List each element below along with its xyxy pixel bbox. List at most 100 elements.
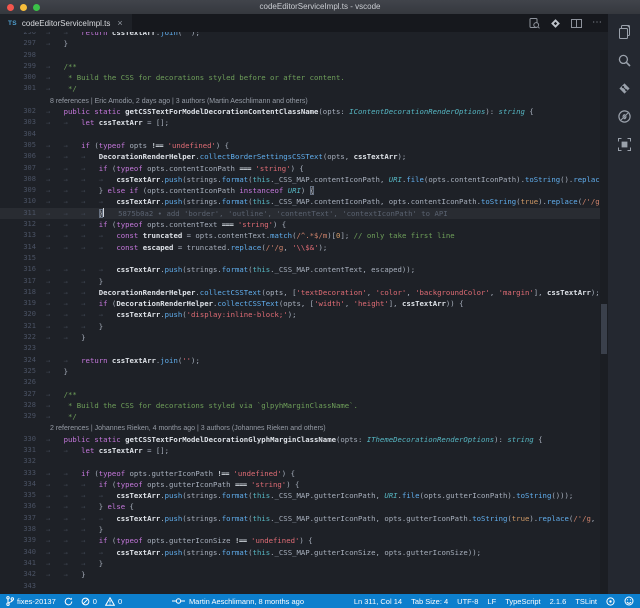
line-number: 318 xyxy=(0,287,36,298)
tab-whitespace-icon: → xyxy=(99,264,117,275)
line-number: 323 xyxy=(0,343,36,354)
code-line[interactable]: 344→→return cssTextArr.join(''); xyxy=(0,592,600,594)
smiley-icon[interactable] xyxy=(624,596,634,606)
status-item-utf-8[interactable]: UTF-8 xyxy=(457,597,478,606)
tab-whitespace-icon: → xyxy=(64,569,82,580)
line-number: 312 xyxy=(0,219,36,230)
split-editor-icon[interactable] xyxy=(571,18,582,29)
editor-scrollbar[interactable] xyxy=(600,50,608,594)
code-line[interactable]: 331→→let cssTextArr = []; xyxy=(0,445,600,456)
line-number: 330 xyxy=(0,434,36,445)
tab-whitespace-icon: → xyxy=(81,208,99,219)
status-item-2-1-6[interactable]: 2.1.6 xyxy=(550,597,567,606)
feedback-icon[interactable] xyxy=(606,597,615,606)
scrollbar-thumb[interactable] xyxy=(601,304,607,354)
code-line[interactable]: 342→→} xyxy=(0,569,600,580)
code-line[interactable]: 307→→→if (typeof opts.contentIconPath ==… xyxy=(0,163,600,174)
code-line[interactable]: 312→→→if (typeof opts.contentText === 's… xyxy=(0,219,600,230)
code-line[interactable]: 320→→→→cssTextArr.push('display:inline-b… xyxy=(0,309,600,320)
code-line[interactable]: 325→} xyxy=(0,366,600,377)
code-line[interactable]: 335→→→→cssTextArr.push(strings.format(th… xyxy=(0,490,600,501)
code-line[interactable]: 340→→→→cssTextArr.push(strings.format(th… xyxy=(0,547,600,558)
code-line[interactable]: 298 xyxy=(0,50,600,61)
tab-whitespace-icon: → xyxy=(46,468,64,479)
line-number: 327 xyxy=(0,389,36,400)
sidebar-item-debug[interactable] xyxy=(608,102,640,130)
codelens-text[interactable]: 8 references | Eric Amodio, 2 days ago |… xyxy=(50,98,308,105)
code-line[interactable]: 299→/** xyxy=(0,61,600,72)
tab-whitespace-icon: → xyxy=(99,230,117,241)
tab-whitespace-icon: → xyxy=(81,513,99,524)
close-tab-icon[interactable]: × xyxy=(117,18,122,28)
sidebar-item-explorer[interactable] xyxy=(608,18,640,46)
codelens-row[interactable]: 2 references | Johannes Rieken, 4 months… xyxy=(0,422,600,433)
code-line[interactable]: 328→ * Build the CSS for decorations sty… xyxy=(0,400,600,411)
tab-whitespace-icon: → xyxy=(99,309,117,320)
code-line[interactable]: 310→→→→cssTextArr.push(strings.format(th… xyxy=(0,196,600,207)
status-item-tslint[interactable]: TSLint xyxy=(575,597,597,606)
tab-whitespace-icon: → xyxy=(46,83,64,94)
errors-status[interactable]: 0 xyxy=(81,597,97,606)
code-line[interactable]: 341→→→} xyxy=(0,558,600,569)
code-line[interactable]: 315 xyxy=(0,253,600,264)
code-line[interactable]: 339→→→if (typeof opts.gutterIconSize !==… xyxy=(0,535,600,546)
code-line[interactable]: 316→→→→cssTextArr.push(strings.format(th… xyxy=(0,264,600,275)
line-number: 336 xyxy=(0,501,36,512)
code-line[interactable]: 332 xyxy=(0,456,600,467)
tab-whitespace-icon: → xyxy=(46,411,64,422)
code-line[interactable]: 311→→→}5875b0a2 • add 'border', 'outline… xyxy=(0,208,600,219)
tab-whitespace-icon: → xyxy=(46,117,64,128)
tab-whitespace-icon: → xyxy=(64,309,82,320)
code-line[interactable]: 304 xyxy=(0,129,600,140)
line-number: 334 xyxy=(0,479,36,490)
code-line[interactable]: 300→ * Build the CSS for decorations sty… xyxy=(0,72,600,83)
code-line[interactable]: 303→→let cssTextArr = []; xyxy=(0,117,600,128)
warnings-status[interactable]: 0 xyxy=(105,597,122,606)
status-item-tab-size-4[interactable]: Tab Size: 4 xyxy=(411,597,448,606)
code-line[interactable]: 314→→→→const escaped = truncated.replace… xyxy=(0,242,600,253)
code-line[interactable]: 317→→→} xyxy=(0,276,600,287)
code-line[interactable]: 313→→→→const truncated = opts.contentTex… xyxy=(0,230,600,241)
line-number: 316 xyxy=(0,264,36,275)
status-item-ln-311-col-14[interactable]: Ln 311, Col 14 xyxy=(354,597,402,606)
code-line[interactable]: 306→→→DecorationRenderHelper.collectBord… xyxy=(0,151,600,162)
code-line[interactable]: 322→→} xyxy=(0,332,600,343)
code-line[interactable]: 338→→→} xyxy=(0,524,600,535)
git-branch-status[interactable]: fixes-20137 xyxy=(6,596,56,606)
code-line[interactable]: 301→ */ xyxy=(0,83,600,94)
sidebar-item-search[interactable] xyxy=(608,46,640,74)
code-line[interactable]: 337→→→→cssTextArr.push(strings.format(th… xyxy=(0,513,600,524)
gitlens-blame-status[interactable]: Martin Aeschlimann, 8 months ago xyxy=(189,597,304,606)
code-line[interactable]: 323 xyxy=(0,343,600,354)
open-preview-icon[interactable] xyxy=(529,18,540,29)
codelens-row[interactable]: 8 references | Eric Amodio, 2 days ago |… xyxy=(0,95,600,106)
code-line[interactable]: 330→public static getCSSTextForModelDeco… xyxy=(0,434,600,445)
code-line[interactable]: 329→ */ xyxy=(0,411,600,422)
code-line[interactable]: 309→→→} else if (opts.contentIconPath in… xyxy=(0,185,600,196)
code-line[interactable]: 334→→→if (typeof opts.gutterIconPath ===… xyxy=(0,479,600,490)
status-item-typescript[interactable]: TypeScript xyxy=(505,597,540,606)
status-item-lf[interactable]: LF xyxy=(487,597,496,606)
gitlens-blame-icon[interactable] xyxy=(550,18,561,29)
code-line[interactable]: 302→public static getCSSTextForModelDeco… xyxy=(0,106,600,117)
code-line[interactable]: 308→→→→cssTextArr.push(strings.format(th… xyxy=(0,174,600,185)
tab-codeEditorServiceImpl[interactable]: TS codeEditorServiceImpl.ts × xyxy=(0,14,132,32)
sidebar-item-extensions[interactable] xyxy=(608,130,640,158)
code-line[interactable]: 336→→→} else { xyxy=(0,501,600,512)
code-line[interactable]: 321→→→} xyxy=(0,321,600,332)
code-line[interactable]: 326 xyxy=(0,377,600,388)
sync-button[interactable] xyxy=(64,597,73,606)
code-line[interactable]: 319→→→if (DecorationRenderHelper.collect… xyxy=(0,298,600,309)
code-line[interactable]: 327→/** xyxy=(0,389,600,400)
code-line[interactable]: 305→→if (typeof opts !== 'undefined') { xyxy=(0,140,600,151)
sidebar-item-source-control[interactable] xyxy=(608,74,640,102)
code-line[interactable]: 324→→return cssTextArr.join(''); xyxy=(0,355,600,366)
code-line[interactable]: 297→} xyxy=(0,38,600,49)
code-editor[interactable]: 296→→return cssTextArr.join('');297→}298… xyxy=(0,32,608,594)
codelens-text[interactable]: 2 references | Johannes Rieken, 4 months… xyxy=(50,425,326,432)
code-line[interactable]: 343 xyxy=(0,581,600,592)
more-actions-icon[interactable]: ⋯ xyxy=(592,18,602,28)
code-line[interactable]: 318→→→DecorationRenderHelper.collectCSST… xyxy=(0,287,600,298)
code-line[interactable]: 333→→if (typeof opts.gutterIconPath !== … xyxy=(0,468,600,479)
status-bar: fixes-20137 0 0 Martin Aeschlimann, 8 mo… xyxy=(0,594,640,608)
